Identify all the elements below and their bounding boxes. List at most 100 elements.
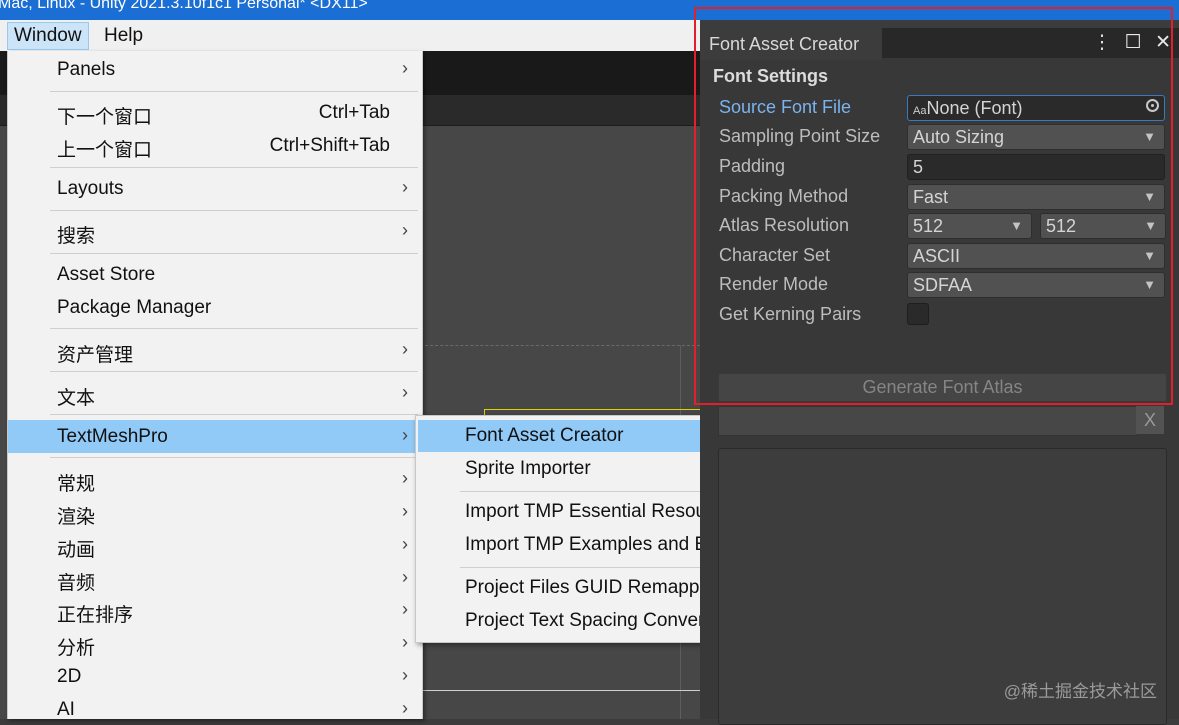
- kerning-pairs-checkbox[interactable]: [907, 303, 929, 325]
- menu-item-label: Package Manager: [57, 297, 212, 318]
- chevron-down-icon: ▼: [1143, 277, 1156, 292]
- menu-item-textmeshpro[interactable]: TextMeshPro ›: [8, 420, 422, 453]
- window-tab-icons: ⋮ ☐ ✕: [1084, 31, 1171, 54]
- object-picker-icon[interactable]: [1146, 99, 1159, 112]
- render-mode-dropdown[interactable]: SDFAA ▼: [907, 272, 1165, 298]
- menu-item-search[interactable]: 搜索 ›: [8, 216, 422, 247]
- menu-item-label: 动画: [57, 540, 96, 561]
- clear-button[interactable]: X: [1136, 406, 1164, 434]
- menu-separator: [50, 167, 418, 168]
- menu-separator: [50, 457, 418, 458]
- menu-item-ai[interactable]: AI ›: [8, 694, 422, 725]
- menu-item-rendering[interactable]: 渲染 ›: [8, 497, 422, 528]
- menu-help[interactable]: Help: [98, 23, 149, 49]
- chevron-right-icon: ›: [402, 425, 408, 445]
- menu-item-label: AI: [57, 699, 75, 720]
- menu-item-label: Asset Store: [57, 264, 156, 285]
- chevron-down-icon: ▼: [1143, 189, 1156, 204]
- atlas-resolution-label: Atlas Resolution: [719, 215, 850, 235]
- chevron-right-icon: ›: [402, 220, 408, 240]
- chevron-right-icon: ›: [402, 339, 408, 359]
- menu-item-sequencing[interactable]: 正在排序 ›: [8, 595, 422, 626]
- chevron-right-icon: ›: [402, 632, 408, 652]
- menu-item-next-window[interactable]: 下一个窗口 Ctrl+Tab: [8, 97, 422, 128]
- menu-item-layouts[interactable]: Layouts ›: [8, 173, 422, 204]
- tab-font-asset-creator[interactable]: Font Asset Creator: [700, 28, 882, 60]
- character-set-label: Character Set: [719, 245, 831, 265]
- menu-item-general[interactable]: 常规 ›: [8, 464, 422, 495]
- row-padding: Padding 5: [719, 154, 1174, 180]
- chevron-right-icon: ›: [402, 599, 408, 619]
- menu-item-label: Sprite Importer: [465, 458, 591, 479]
- menu-item-animation[interactable]: 动画 ›: [8, 530, 422, 561]
- generate-font-atlas-button[interactable]: Generate Font Atlas: [718, 373, 1167, 402]
- menu-item-text[interactable]: 文本 ›: [8, 378, 422, 409]
- menu-item-asset-store[interactable]: Asset Store: [8, 259, 422, 290]
- row-kerning-pairs: Get Kerning Pairs: [719, 302, 1174, 328]
- row-packing-method: Packing Method Fast ▼: [719, 184, 1174, 210]
- row-sampling-point-size: Sampling Point Size Auto Sizing ▼: [719, 124, 1174, 150]
- more-options-icon[interactable]: ⋮: [1092, 31, 1111, 54]
- menu-item-analysis[interactable]: 分析 ›: [8, 628, 422, 659]
- window-title-bar: Mac, Linux - Unity 2021.3.10f1c1 Persona…: [0, 0, 1179, 20]
- chevron-down-icon: ▼: [1143, 248, 1156, 263]
- padding-input[interactable]: 5: [907, 154, 1165, 180]
- menu-item-asset-management[interactable]: 资产管理 ›: [8, 335, 422, 366]
- scene-guide-line: [420, 345, 700, 346]
- sampling-point-size-dropdown[interactable]: Auto Sizing ▼: [907, 124, 1165, 150]
- dropdown-value: 512: [1046, 216, 1077, 236]
- progress-bar: [718, 406, 1138, 436]
- selection-outline: [484, 409, 700, 410]
- character-set-dropdown[interactable]: ASCII ▼: [907, 243, 1165, 269]
- menu-item-label: 分析: [57, 638, 96, 659]
- chevron-right-icon: ›: [402, 665, 408, 685]
- menu-window[interactable]: Window: [7, 22, 89, 50]
- menu-bar: Window Help: [0, 20, 700, 51]
- menu-item-2d[interactable]: 2D ›: [8, 661, 422, 692]
- row-atlas-resolution: Atlas Resolution 512 ▼ 512 ▼: [719, 213, 1174, 239]
- window-menu: Panels › 下一个窗口 Ctrl+Tab 上一个窗口 Ctrl+Shift…: [7, 51, 423, 720]
- chevron-right-icon: ›: [402, 58, 408, 78]
- menu-item-label: 正在排序: [57, 605, 134, 626]
- dropdown-value: Fast: [913, 187, 949, 207]
- font-asset-icon: Aa: [913, 105, 927, 117]
- font-asset-creator-window: Font Asset Creator ⋮ ☐ ✕ Font Settings S…: [700, 28, 1179, 725]
- window-title: Mac, Linux - Unity 2021.3.10f1c1 Persona…: [0, 0, 368, 12]
- packing-method-dropdown[interactable]: Fast ▼: [907, 184, 1165, 210]
- menu-item-previous-window[interactable]: 上一个窗口 Ctrl+Shift+Tab: [8, 130, 422, 161]
- maximize-icon[interactable]: ☐: [1125, 31, 1142, 54]
- chevron-down-icon: ▼: [1144, 218, 1157, 233]
- menu-item-panels[interactable]: Panels ›: [8, 54, 422, 85]
- atlas-width-dropdown[interactable]: 512 ▼: [907, 213, 1032, 239]
- render-mode-label: Render Mode: [719, 274, 829, 294]
- section-title: Font Settings: [713, 66, 828, 86]
- menu-item-label: 渲染: [57, 507, 96, 528]
- atlas-height-dropdown[interactable]: 512 ▼: [1040, 213, 1166, 239]
- chevron-right-icon: ›: [402, 177, 408, 197]
- menu-item-label: 音频: [57, 573, 96, 594]
- menu-item-label: Font Asset Creator: [465, 425, 624, 446]
- chevron-right-icon: ›: [402, 698, 408, 718]
- menu-item-audio[interactable]: 音频 ›: [8, 563, 422, 594]
- menu-item-label: 下一个窗口: [57, 107, 153, 128]
- source-font-field[interactable]: AaNone (Font): [907, 95, 1165, 121]
- chevron-right-icon: ›: [402, 567, 408, 587]
- row-character-set: Character Set ASCII ▼: [719, 243, 1174, 269]
- dropdown-value: ASCII: [913, 246, 961, 266]
- chevron-right-icon: ›: [402, 382, 408, 402]
- padding-label: Padding: [719, 156, 786, 176]
- menu-separator: [50, 210, 418, 211]
- menu-item-shortcut: Ctrl+Tab: [318, 102, 390, 123]
- packing-method-label: Packing Method: [719, 186, 849, 206]
- chevron-right-icon: ›: [402, 534, 408, 554]
- menu-separator: [50, 253, 418, 254]
- menu-item-package-manager[interactable]: Package Manager: [8, 292, 422, 323]
- menu-item-label: Panels: [57, 59, 116, 80]
- chevron-right-icon: ›: [402, 468, 408, 488]
- menu-item-label: 文本: [57, 388, 96, 409]
- close-icon[interactable]: ✕: [1155, 31, 1171, 54]
- kerning-pairs-label: Get Kerning Pairs: [719, 304, 862, 324]
- menu-item-label: 2D: [57, 666, 82, 687]
- menu-item-label: 上一个窗口: [57, 140, 153, 161]
- menu-item-label: 常规: [57, 474, 96, 495]
